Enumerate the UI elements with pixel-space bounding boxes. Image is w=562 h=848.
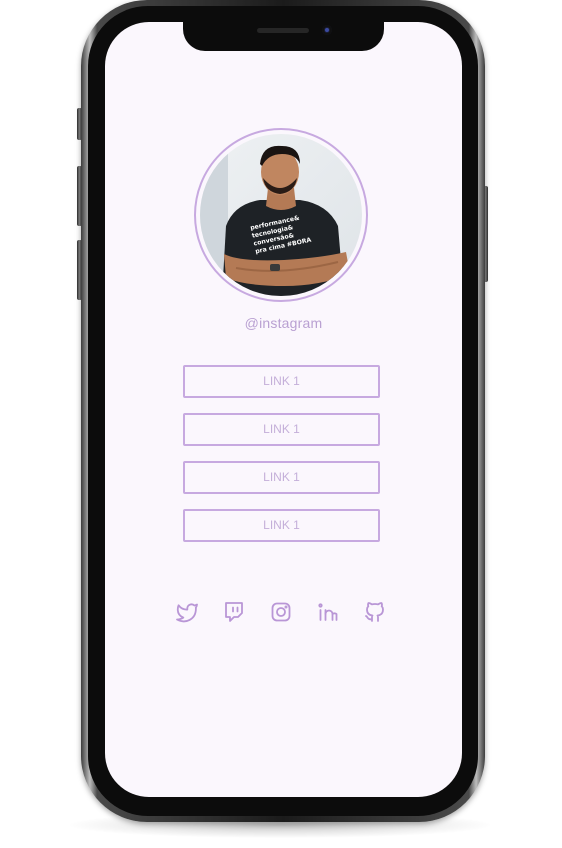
- link-button-4[interactable]: LINK 1: [183, 509, 380, 542]
- link-button-1[interactable]: LINK 1: [183, 365, 380, 398]
- link-button-3[interactable]: LINK 1: [183, 461, 380, 494]
- link-list: LINK 1 LINK 1 LINK 1 LINK 1: [183, 365, 380, 557]
- linkedin-icon[interactable]: [316, 600, 340, 624]
- phone-screen: performance& tecnologia& conversão& pra …: [105, 22, 462, 797]
- profile-photo: performance& tecnologia& conversão& pra …: [200, 134, 362, 296]
- github-icon[interactable]: [363, 600, 387, 624]
- instagram-icon[interactable]: [269, 600, 293, 624]
- front-camera: [322, 25, 332, 35]
- speaker-grille: [257, 28, 309, 33]
- twitch-icon[interactable]: [222, 600, 246, 624]
- link-button-2[interactable]: LINK 1: [183, 413, 380, 446]
- profile-handle[interactable]: @instagram: [105, 315, 462, 331]
- profile-photo-illustration: performance& tecnologia& conversão& pra …: [200, 134, 362, 296]
- twitter-icon[interactable]: [175, 600, 199, 624]
- notch: [183, 22, 384, 51]
- avatar: performance& tecnologia& conversão& pra …: [194, 128, 368, 302]
- social-icons-row: [175, 600, 387, 624]
